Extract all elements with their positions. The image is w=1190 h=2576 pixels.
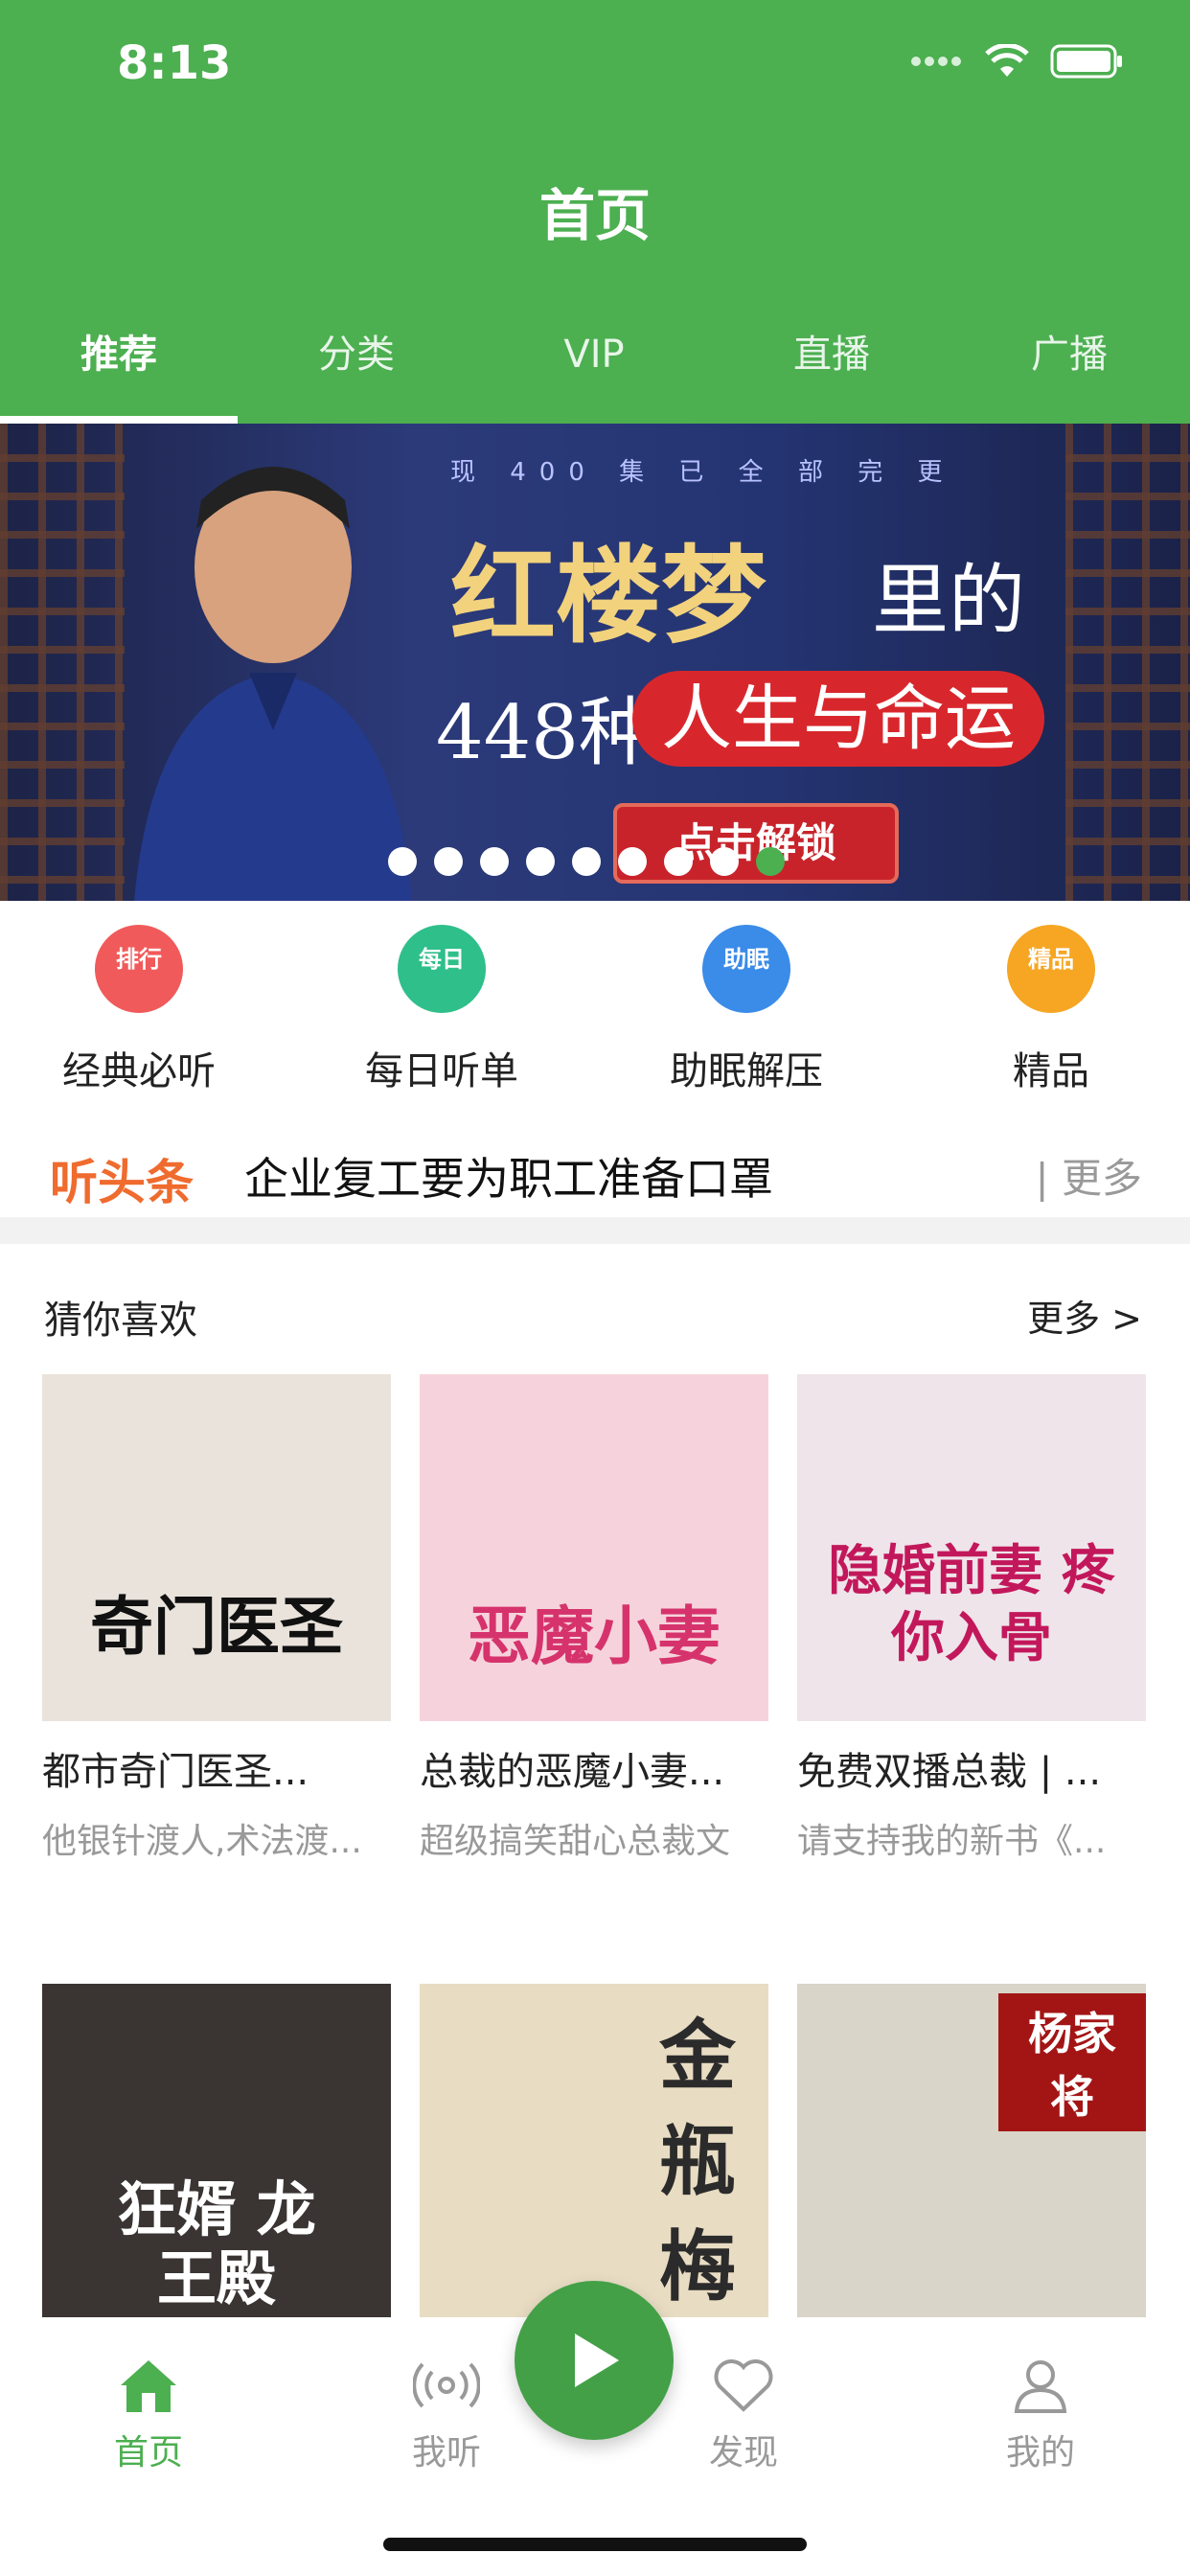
book-cover: 隐婚前妻 疼你入骨 [797,1374,1146,1721]
banner-lattice-left [0,424,125,901]
headline-text[interactable]: 企业复工要为职工准备口罩 [244,1144,773,1208]
nav-label: 首页 [113,2433,183,2472]
book-cover: 奇门医圣 [42,1374,391,1721]
wifi-icon [985,44,1029,77]
moon-icon: 助眠 [702,925,790,1013]
book-card[interactable]: 金瓶梅 [420,1984,768,2331]
home-indicator [383,2538,807,2551]
nav-label: 我的 [1005,2433,1075,2472]
nav-profile[interactable]: 我的 [945,2356,1136,2474]
book-title: 免费双播总裁 | ... [797,1750,1102,1794]
quick-entry-label: 助眠解压 [670,1049,823,1093]
quick-entry-label: 精品 [1013,1049,1089,1093]
signal-icon [911,57,961,66]
pagination-dot[interactable] [572,847,601,876]
page-title: 首页 [538,183,651,248]
book-title: 都市奇门医圣... [42,1750,309,1794]
headline-brand: 听头条 [50,1154,194,1210]
quick-entry-daily[interactable]: 每日 每日听单 [322,925,561,1095]
banner-pagination [388,847,785,876]
tab-indicator [0,416,238,424]
book-subtitle: 请支持我的新书《... [797,1822,1107,1861]
pagination-dot[interactable] [480,847,509,876]
book-title: 总裁的恶魔小妻... [420,1750,725,1794]
person-icon [1014,2360,1067,2413]
book-cover: 恶魔小妻 [420,1374,768,1721]
quick-entry-premium[interactable]: 精品 精品 [931,925,1171,1095]
book-card[interactable]: 狂婿 龙王殿 [42,1984,391,2331]
tab-recommend[interactable]: 推荐 [0,316,238,424]
status-time: 8:13 [117,36,232,90]
book-card[interactable]: 恶魔小妻 总裁的恶魔小妻... 超级搞笑甜心总裁文 [420,1374,768,1863]
pagination-dot[interactable] [664,847,693,876]
pagination-dot[interactable] [618,847,647,876]
headline-more-link[interactable]: | 更多 [1035,1146,1142,1205]
book-subtitle: 他银针渡人,术法渡... [42,1822,362,1861]
book-card[interactable]: 杨家将 [797,1984,1146,2331]
banner-person-image [134,467,412,901]
nav-label: 发现 [708,2433,778,2472]
book-card[interactable]: 隐婚前妻 疼你入骨 免费双播总裁 | ... 请支持我的新书《... [797,1374,1146,1863]
quick-entry-classic[interactable]: 排行 经典必听 [19,925,259,1095]
banner-title: 红楼梦 [450,534,767,657]
tab-vip[interactable]: VIP [475,316,713,424]
heart-icon [714,2359,773,2412]
pagination-dot[interactable] [526,847,555,876]
nav-home[interactable]: 首页 [53,2356,244,2474]
banner-subtitle: 448种 [436,690,653,776]
pagination-dot[interactable] [434,847,463,876]
pagination-dot[interactable] [710,847,739,876]
top-tabs: 推荐 分类 VIP 直播 广播 [0,316,1190,424]
crown-icon: 精品 [1007,925,1095,1013]
book-cover: 狂婿 龙王殿 [42,1984,391,2331]
banner-title-suffix: 里的 [872,556,1025,645]
tab-live[interactable]: 直播 [713,316,950,424]
section-more-link[interactable]: 更多 > [1027,1289,1142,1342]
section-title: 猜你喜欢 [44,1299,197,1343]
broadcast-icon [413,2362,480,2408]
tab-radio[interactable]: 广播 [950,316,1188,424]
battery-icon [1050,44,1122,79]
book-cover: 金瓶梅 [420,1984,768,2331]
calendar-icon: 每日 [398,925,486,1013]
nav-label: 我听 [411,2433,481,2472]
nav-listen[interactable]: 我听 [351,2356,542,2474]
quick-entry-label: 经典必听 [62,1049,216,1093]
play-icon [575,2334,619,2387]
banner-lattice-right [1065,424,1190,901]
ranking-icon: 排行 [95,925,183,1013]
banner-top-text: 现 400 集 已 全 部 完 更 [450,458,956,487]
nav-discover[interactable]: 发现 [648,2356,839,2474]
pagination-dot[interactable] [388,847,417,876]
tab-category[interactable]: 分类 [238,316,475,424]
banner-carousel[interactable]: 现 400 集 已 全 部 完 更 红楼梦 里的 448种 人生与命运 点击解锁 [0,424,1190,901]
section-divider [0,1217,1190,1244]
banner-subtitle-pill: 人生与命运 [632,671,1044,767]
play-button[interactable] [515,2281,674,2440]
home-icon [121,2360,176,2412]
quick-entry-label: 每日听单 [365,1049,518,1093]
book-subtitle: 超级搞笑甜心总裁文 [420,1822,731,1861]
pagination-dot[interactable] [756,847,785,876]
book-cover: 杨家将 [797,1984,1146,2331]
status-icons [910,42,1123,80]
quick-entry-sleep[interactable]: 助眠 助眠解压 [627,925,866,1095]
headline-bar[interactable]: 听头条 企业复工要为职工准备口罩 | 更多 [0,1131,1190,1210]
book-card[interactable]: 奇门医圣 都市奇门医圣... 他银针渡人,术法渡... [42,1374,391,1863]
